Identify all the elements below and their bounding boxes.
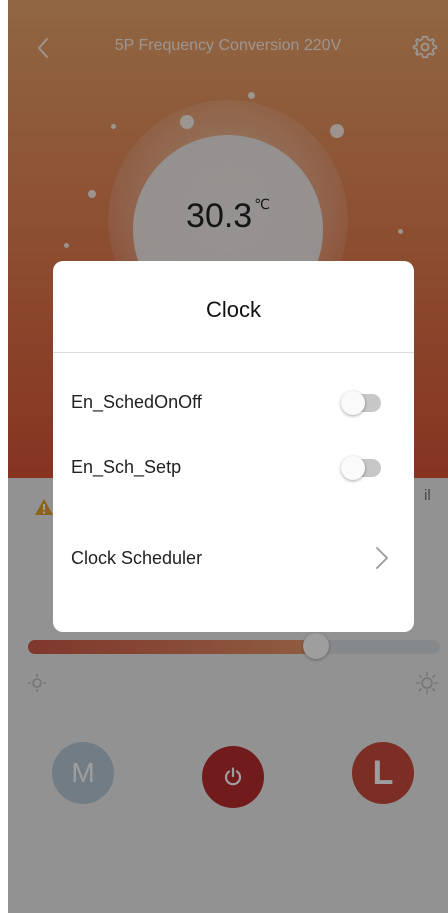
row-label: En_Sch_Setp	[71, 457, 182, 477]
toggle-en-sch-setp[interactable]	[341, 456, 381, 480]
toggle-knob	[341, 391, 365, 415]
toggle-en-schedonoff[interactable]	[341, 391, 381, 415]
chevron-right-icon	[376, 547, 388, 569]
row-en-sch-setp: En_Sch_Setp	[53, 447, 414, 487]
dialog-divider	[53, 352, 414, 353]
dialog-title: Clock	[205, 297, 261, 322]
clock-dialog: Clock En_SchedOnOff En_Sch_Setp Clock Sc…	[53, 261, 414, 632]
row-clock-scheduler[interactable]: Clock Scheduler	[53, 538, 414, 578]
row-label: Clock Scheduler	[71, 548, 203, 568]
toggle-knob	[341, 456, 365, 480]
row-en-schedonoff: En_SchedOnOff	[53, 382, 414, 422]
row-label: En_SchedOnOff	[71, 392, 202, 412]
